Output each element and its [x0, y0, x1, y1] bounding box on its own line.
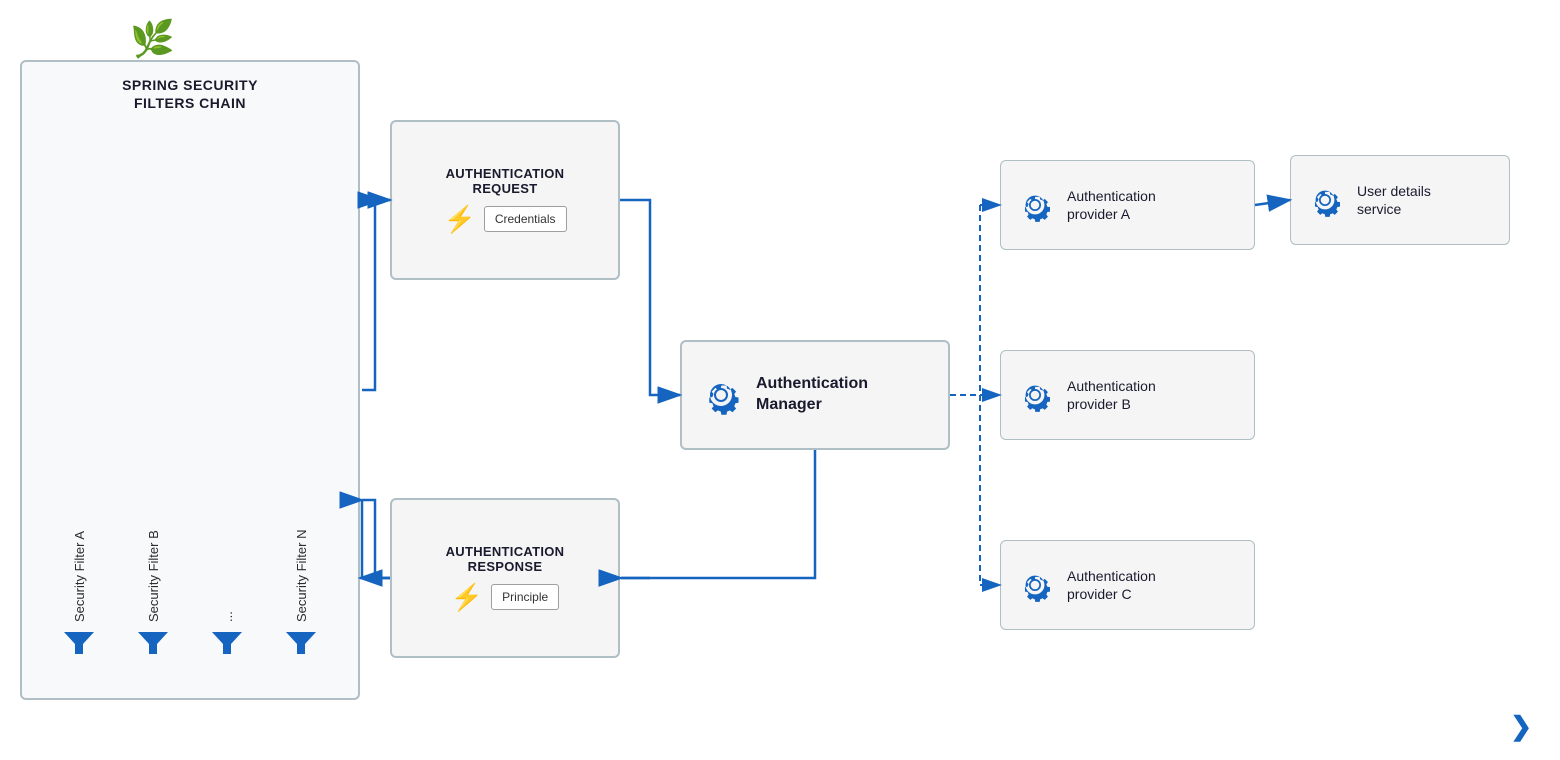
auth-provider-c-box: Authentication provider C	[1000, 540, 1255, 630]
user-details-label: User details service	[1357, 182, 1431, 218]
gear-icon-provider-b	[1017, 377, 1053, 413]
provider-a-label: Authentication provider A	[1067, 187, 1156, 223]
filters-chain-box: SPRING SECURITY FILTERS CHAIN Security F…	[20, 60, 360, 700]
filter-label-b: Security Filter B	[146, 140, 161, 622]
auth-response-row: ⚡ Principle	[451, 582, 559, 613]
gear-icon-provider-a	[1017, 187, 1053, 223]
filter-icon-a	[64, 630, 94, 656]
filter-icon-b	[138, 630, 168, 656]
filter-icon-dots	[212, 630, 242, 656]
auth-request-row: ⚡ Credentials	[443, 204, 566, 235]
filter-label-n: Security Filter N	[294, 140, 309, 622]
gear-icon-manager	[700, 374, 742, 416]
filter-col-a: Security Filter A	[64, 130, 94, 666]
filter-col-n: Security Filter N	[286, 130, 316, 666]
auth-provider-a-box: Authentication provider A	[1000, 160, 1255, 250]
auth-request-box: AUTHENTICATION REQUEST ⚡ Credentials	[390, 120, 620, 280]
user-details-box: User details service	[1290, 155, 1510, 245]
bolt-icon-response: ⚡	[451, 582, 483, 613]
filter-icon-n	[286, 630, 316, 656]
auth-manager-label: Authentication Manager	[756, 374, 868, 416]
principle-label: Principle	[491, 584, 559, 610]
auth-request-title: AUTHENTICATION REQUEST	[446, 166, 565, 196]
auth-response-title: AUTHENTICATION RESPONSE	[446, 544, 565, 574]
auth-manager-box: Authentication Manager	[680, 340, 950, 450]
gear-icon-provider-c	[1017, 567, 1053, 603]
filter-col-b: Security Filter B	[138, 130, 168, 666]
filter-label-a: Security Filter A	[72, 140, 87, 622]
auth-provider-b-box: Authentication provider B	[1000, 350, 1255, 440]
spring-logo: 🌿	[130, 18, 175, 60]
credentials-label: Credentials	[484, 206, 567, 232]
filter-label-dots: ...	[220, 140, 235, 622]
gear-icon-user-details	[1307, 182, 1343, 218]
bolt-icon-request: ⚡	[443, 204, 475, 235]
codica-logo: ❯	[1510, 711, 1532, 742]
filter-col-dots: ...	[212, 130, 242, 666]
auth-response-box: AUTHENTICATION RESPONSE ⚡ Principle	[390, 498, 620, 658]
provider-b-label: Authentication provider B	[1067, 377, 1156, 413]
provider-c-label: Authentication provider C	[1067, 567, 1156, 603]
filters-chain-title: SPRING SECURITY FILTERS CHAIN	[22, 62, 358, 120]
